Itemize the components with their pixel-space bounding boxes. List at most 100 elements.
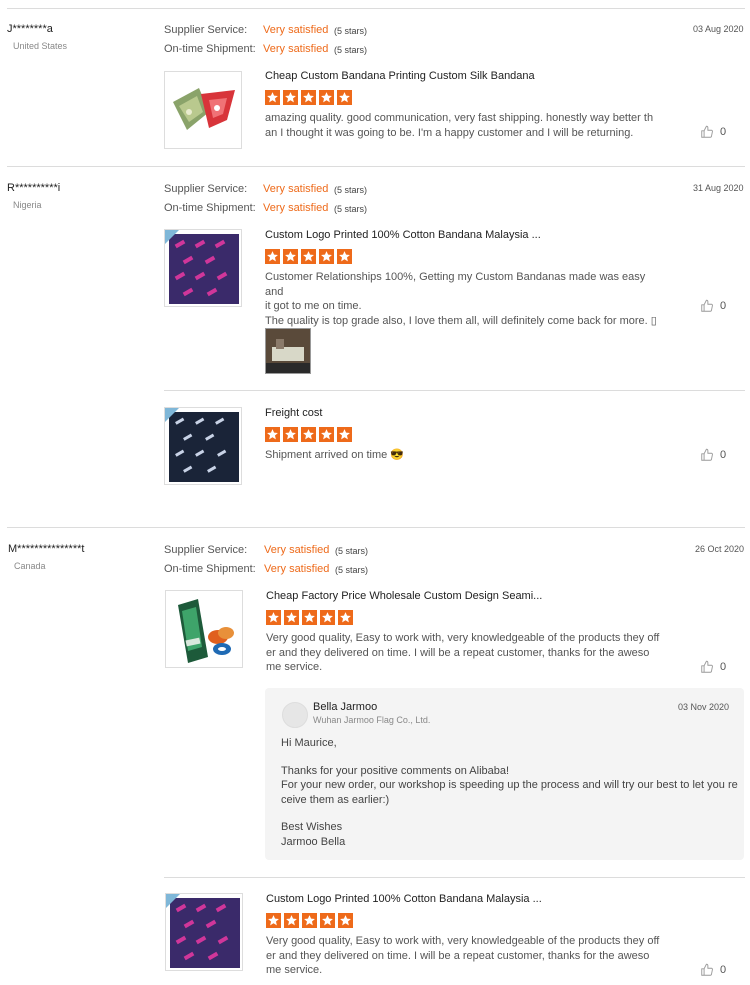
reviewer-country: United States [13, 41, 68, 51]
star-icon [320, 610, 335, 625]
product-title[interactable]: Freight cost [265, 407, 322, 419]
thumbs-up-icon [701, 125, 713, 138]
like-count: 0 [720, 964, 727, 976]
supplier-service-stars: (5 stars) [334, 26, 368, 36]
product-thumbnail[interactable] [164, 71, 242, 149]
reply-company: Wuhan Jarmoo Flag Co., Ltd. [313, 715, 431, 725]
review-text: Very good quality, Easy to work with, ve… [266, 935, 660, 976]
product-title[interactable]: Cheap Factory Price Wholesale Custom Des… [266, 590, 542, 602]
thumbs-up-icon [701, 660, 713, 673]
divider [164, 877, 745, 878]
star-icon [338, 913, 353, 928]
product-title[interactable]: Custom Logo Printed 100% Cotton Bandana … [266, 893, 542, 905]
star-icon [265, 90, 280, 105]
product-title[interactable]: Custom Logo Printed 100% Cotton Bandana … [265, 229, 541, 241]
star-icon [265, 427, 280, 442]
tube-bandana-image [178, 599, 234, 663]
star-icon [302, 610, 317, 625]
seller-reply: Bella Jarmoo Wuhan Jarmoo Flag Co., Ltd.… [265, 688, 744, 860]
like-button[interactable]: 0 [700, 448, 726, 462]
rating-stars [266, 610, 353, 625]
supplier-service-stars: (5 stars) [335, 546, 369, 556]
photo-image [266, 329, 310, 373]
supplier-service-value: Very satisfied [264, 544, 330, 556]
star-icon [301, 90, 316, 105]
review-date: 26 Oct 2020 [695, 544, 745, 554]
star-icon [301, 427, 316, 442]
like-button[interactable]: 0 [700, 125, 726, 139]
like-button[interactable]: 0 [700, 660, 726, 674]
avatar [282, 702, 308, 728]
review-date: 31 Aug 2020 [693, 183, 744, 193]
divider [164, 390, 745, 391]
star-icon [301, 249, 316, 264]
product-thumbnail[interactable] [165, 893, 243, 971]
reply-author: Bella Jarmoo [313, 701, 378, 713]
like-button[interactable]: 0 [700, 299, 726, 313]
star-icon [319, 249, 334, 264]
thumbs-up-icon [701, 963, 713, 976]
on-time-shipment-value: Very satisfied [263, 43, 329, 55]
reply-date: 03 Nov 2020 [678, 702, 730, 712]
star-icon [337, 90, 352, 105]
like-count: 0 [720, 126, 727, 138]
supplier-service-label: Supplier Service: [164, 24, 248, 36]
star-icon [337, 249, 352, 264]
star-icon [338, 610, 353, 625]
thumbs-up-icon [701, 299, 713, 312]
rating-stars [265, 90, 352, 105]
star-icon [266, 610, 281, 625]
bandana-image [169, 234, 239, 304]
star-icon [283, 427, 298, 442]
reviewer-name: J********a [7, 23, 53, 35]
bandana-image [169, 412, 239, 482]
review-date: 03 Aug 2020 [693, 24, 744, 34]
divider [7, 8, 745, 9]
supplier-service-label: Supplier Service: [164, 183, 248, 195]
reviewer-name: R**********i [7, 182, 61, 194]
on-time-shipment-value: Very satisfied [263, 202, 329, 214]
like-count: 0 [720, 449, 727, 461]
star-icon [284, 913, 299, 928]
star-icon [284, 610, 299, 625]
star-icon [266, 913, 281, 928]
star-icon [319, 427, 334, 442]
reviewer-country: Canada [14, 561, 46, 571]
rating-stars [265, 427, 352, 442]
review-text: Customer Relationships 100%, Getting my … [265, 271, 657, 327]
star-icon [265, 249, 280, 264]
thumbs-up-icon [701, 448, 713, 461]
product-thumbnail[interactable] [164, 229, 242, 307]
product-title[interactable]: Cheap Custom Bandana Printing Custom Sil… [265, 70, 535, 82]
star-icon [320, 913, 335, 928]
supplier-service-value: Very satisfied [263, 24, 329, 36]
review-text: amazing quality. good communication, ver… [265, 112, 654, 139]
on-time-shipment-label: On-time Shipment: [164, 563, 256, 575]
like-button[interactable]: 0 [700, 963, 726, 977]
bandana-image [173, 88, 235, 130]
star-icon [337, 427, 352, 442]
rating-stars [265, 249, 352, 264]
on-time-shipment-stars: (5 stars) [334, 204, 368, 214]
star-icon [302, 913, 317, 928]
star-icon [283, 90, 298, 105]
reply-text: Hi Maurice, Thanks for your positive com… [281, 737, 738, 848]
on-time-shipment-value: Very satisfied [264, 563, 330, 575]
reviewer-name: M***************t [8, 543, 85, 555]
star-icon [283, 249, 298, 264]
review-text: Shipment arrived on time 😎 [265, 449, 405, 461]
on-time-shipment-stars: (5 stars) [335, 565, 369, 575]
review-text: Very good quality, Easy to work with, ve… [266, 632, 660, 673]
reviewer-country: Nigeria [13, 200, 42, 210]
rating-stars [266, 913, 353, 928]
product-thumbnail[interactable] [165, 590, 243, 668]
supplier-service-stars: (5 stars) [334, 185, 368, 195]
bandana-image [170, 898, 240, 968]
review-photo[interactable] [265, 328, 311, 374]
supplier-service-value: Very satisfied [263, 183, 329, 195]
like-count: 0 [720, 661, 727, 673]
on-time-shipment-label: On-time Shipment: [164, 202, 256, 214]
product-thumbnail[interactable] [164, 407, 242, 485]
on-time-shipment-label: On-time Shipment: [164, 43, 256, 55]
supplier-service-label: Supplier Service: [164, 544, 248, 556]
